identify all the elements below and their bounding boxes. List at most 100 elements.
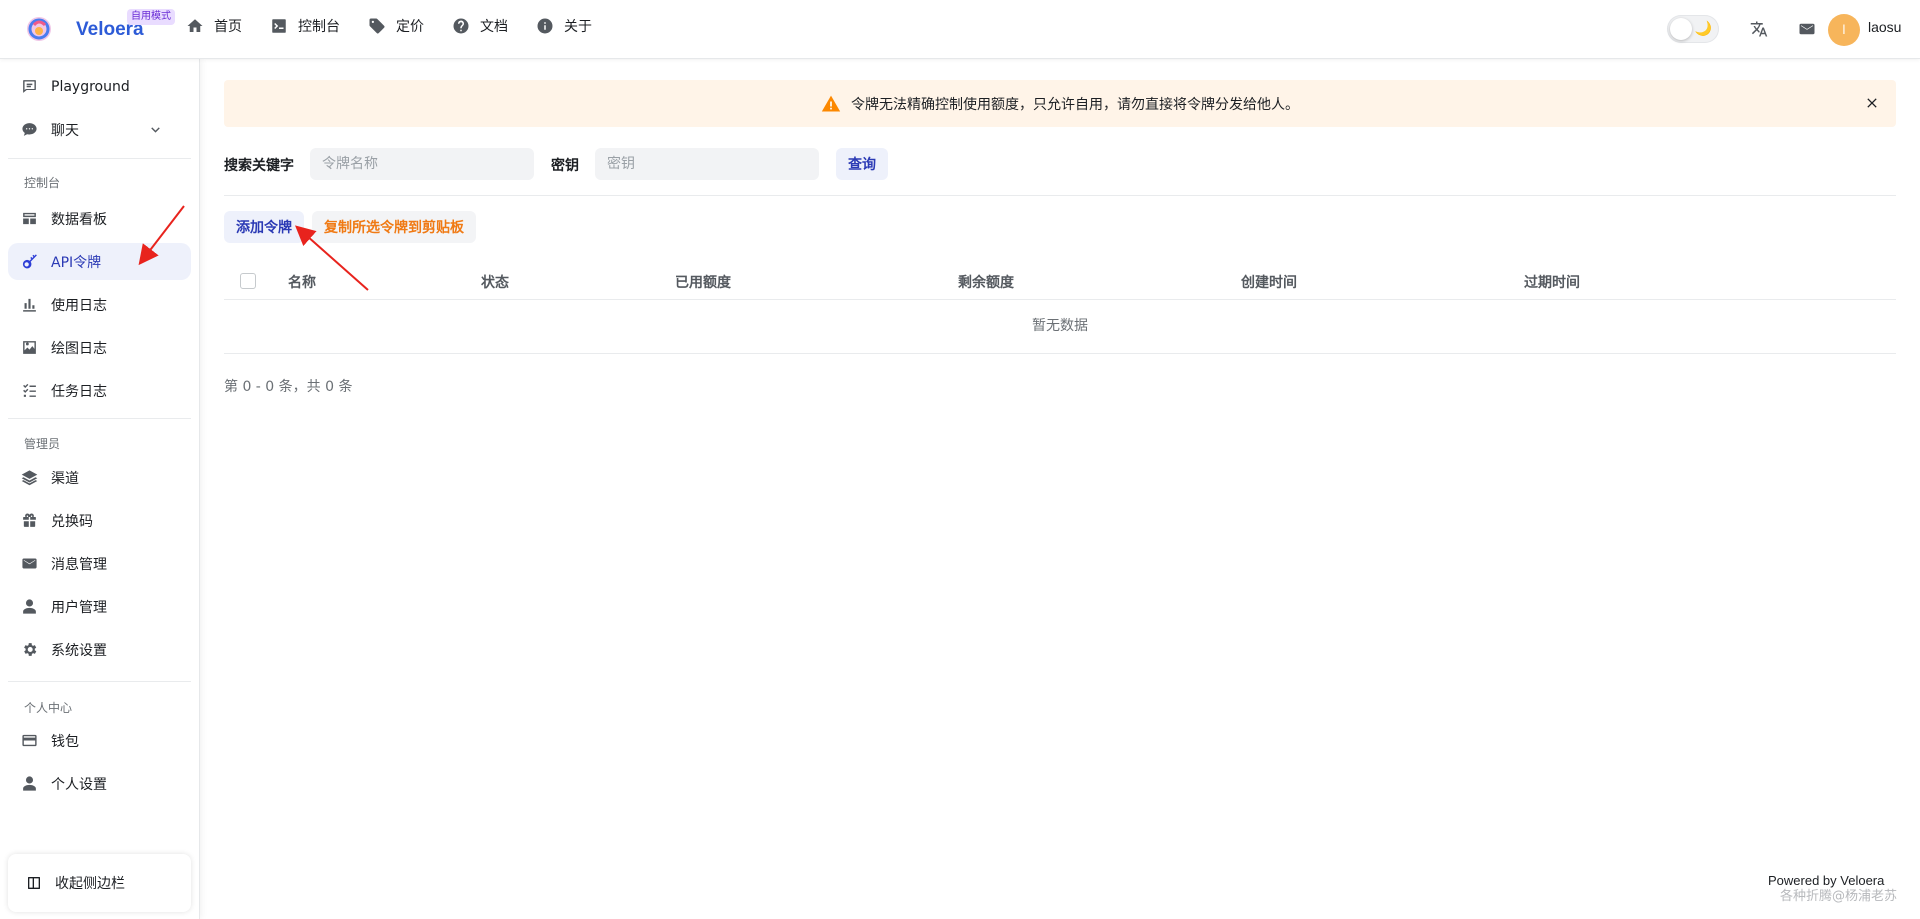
sidebar-item-task-log[interactable]: 任务日志 xyxy=(8,372,191,409)
query-button[interactable]: 查询 xyxy=(836,148,888,180)
sidebar: Playground 聊天 控制台 数据看板 API令牌 使用日志 绘图日志 任… xyxy=(0,59,200,919)
sidebar-item-label: 兑换码 xyxy=(51,513,93,530)
section-divider xyxy=(224,195,1896,196)
column-header-remaining-quota[interactable]: 剩余额度 xyxy=(958,272,1014,292)
add-token-button[interactable]: 添加令牌 xyxy=(224,211,304,243)
sidebar-item-drawing-log[interactable]: 绘图日志 xyxy=(8,329,191,366)
column-header-name[interactable]: 名称 xyxy=(288,272,316,292)
collapse-sidebar-button[interactable]: 收起侧边栏 xyxy=(8,854,191,912)
sidebar-item-label: 系统设置 xyxy=(51,642,107,659)
sidebar-item-message[interactable]: 消息管理 xyxy=(8,545,191,582)
warning-text: 令牌无法精确控制使用额度，只允许自用，请勿直接将令牌分发给他人。 xyxy=(851,96,1299,113)
column-header-expire-time[interactable]: 过期时间 xyxy=(1524,272,1580,292)
copy-selected-tokens-button[interactable]: 复制所选令牌到剪贴板 xyxy=(312,211,476,243)
nav-console[interactable]: 控制台 xyxy=(270,16,340,36)
select-all-checkbox[interactable] xyxy=(240,273,256,289)
chat-bubble-icon xyxy=(22,123,37,136)
theme-toggle[interactable]: 🌙 xyxy=(1667,15,1719,43)
warning-icon xyxy=(821,95,841,111)
nav-pricing[interactable]: 定价 xyxy=(368,16,424,36)
sidebar-group-personal: 个人中心 xyxy=(24,701,73,715)
user-avatar[interactable]: l xyxy=(1828,14,1860,46)
annotation-arrows xyxy=(138,205,369,291)
username[interactable]: laosu xyxy=(1868,19,1901,35)
watermark: 各种折腾@杨浦老苏 xyxy=(1780,889,1898,904)
sidebar-divider xyxy=(8,418,191,419)
nav-about-label: 关于 xyxy=(564,19,592,35)
collapse-sidebar-label: 收起侧边栏 xyxy=(55,876,125,892)
table-empty-state: 暂无数据 xyxy=(1032,318,1088,334)
dashboard-icon xyxy=(23,212,36,225)
sidebar-item-label: 使用日志 xyxy=(51,297,107,314)
pagination-info: 第 0 - 0 条，共 0 条 xyxy=(224,379,353,395)
sidebar-item-personal-settings[interactable]: 个人设置 xyxy=(8,765,191,802)
nav-console-label: 控制台 xyxy=(298,19,340,35)
nav-docs-label: 文档 xyxy=(480,19,508,35)
sidebar-divider xyxy=(8,158,191,159)
nav-docs[interactable]: 文档 xyxy=(452,16,508,36)
mail-icon xyxy=(22,558,37,569)
nav-about[interactable]: 关于 xyxy=(536,16,592,36)
layers-icon xyxy=(21,470,38,486)
help-circle-icon xyxy=(453,18,469,34)
chat-box-icon xyxy=(23,80,36,93)
app-logo-icon[interactable] xyxy=(24,14,54,44)
sidebar-item-user-management[interactable]: 用户管理 xyxy=(8,588,191,625)
checklist-icon xyxy=(23,383,36,397)
sidebar-item-chat[interactable]: 聊天 xyxy=(8,111,191,148)
warning-banner: 令牌无法精确控制使用额度，只允许自用，请勿直接将令牌分发给他人。 xyxy=(224,80,1896,127)
sidebar-item-label: 个人设置 xyxy=(51,776,107,793)
moon-icon: 🌙 xyxy=(1694,21,1712,37)
sidebar-item-label: 任务日志 xyxy=(51,383,107,400)
sidebar-item-label: 钱包 xyxy=(51,733,79,750)
sidebar-item-channel[interactable]: 渠道 xyxy=(8,459,191,496)
sidebar-item-playground[interactable]: Playground xyxy=(8,68,191,105)
mail-icon[interactable] xyxy=(1798,20,1816,38)
column-header-used-quota[interactable]: 已用额度 xyxy=(675,272,731,292)
gear-icon xyxy=(24,643,37,656)
close-icon[interactable] xyxy=(1864,95,1880,111)
price-tag-icon xyxy=(369,18,385,34)
key-input[interactable] xyxy=(595,148,819,180)
sidebar-item-label: 绘图日志 xyxy=(51,340,107,357)
toggle-knob xyxy=(1670,18,1692,40)
user-icon xyxy=(23,599,36,614)
sidebar-item-label: 数据看板 xyxy=(51,211,107,228)
image-icon xyxy=(23,341,36,354)
home-icon xyxy=(187,19,203,32)
keyword-label: 搜索关键字 xyxy=(224,158,294,174)
top-navigation: 首页 控制台 定价 文档 关于 xyxy=(186,0,620,52)
sidebar-item-label: 用户管理 xyxy=(51,599,107,616)
sidebar-item-label: 聊天 xyxy=(51,122,79,139)
sidebar-item-system-settings[interactable]: 系统设置 xyxy=(8,631,191,668)
sidebar-item-label: API令牌 xyxy=(51,254,102,271)
table-bottom-divider xyxy=(224,353,1896,354)
credit-card-icon xyxy=(22,734,37,747)
nav-home-label: 首页 xyxy=(214,19,242,35)
sidebar-item-label: 消息管理 xyxy=(51,556,107,573)
sidebar-item-label: Playground xyxy=(51,78,130,95)
sidebar-collapse-icon xyxy=(28,877,40,889)
info-icon xyxy=(537,18,553,34)
sidebar-item-dashboard[interactable]: 数据看板 xyxy=(8,200,191,237)
top-header: Veloera 自用模式 首页 控制台 定价 文档 关于 🌙 l laosu xyxy=(0,0,1920,59)
mode-badge: 自用模式 xyxy=(127,9,175,25)
nav-home[interactable]: 首页 xyxy=(186,16,242,36)
token-name-input[interactable] xyxy=(310,148,534,180)
key-label: 密钥 xyxy=(551,158,579,174)
sidebar-item-redeem[interactable]: 兑换码 xyxy=(8,502,191,539)
column-header-created-time[interactable]: 创建时间 xyxy=(1241,272,1297,292)
sidebar-item-api-token[interactable]: API令牌 xyxy=(8,243,191,280)
sidebar-item-wallet[interactable]: 钱包 xyxy=(8,722,191,759)
sidebar-item-usage-log[interactable]: 使用日志 xyxy=(8,286,191,323)
sidebar-group-console: 控制台 xyxy=(24,176,61,190)
bar-chart-icon xyxy=(23,298,36,312)
sidebar-item-label: 渠道 xyxy=(51,470,79,487)
gift-icon xyxy=(23,513,36,527)
column-header-status[interactable]: 状态 xyxy=(481,272,509,292)
chevron-down-icon[interactable] xyxy=(147,122,164,139)
terminal-icon xyxy=(272,19,286,33)
key-icon xyxy=(22,254,37,269)
translate-icon[interactable] xyxy=(1750,20,1768,38)
sidebar-divider xyxy=(8,681,191,682)
